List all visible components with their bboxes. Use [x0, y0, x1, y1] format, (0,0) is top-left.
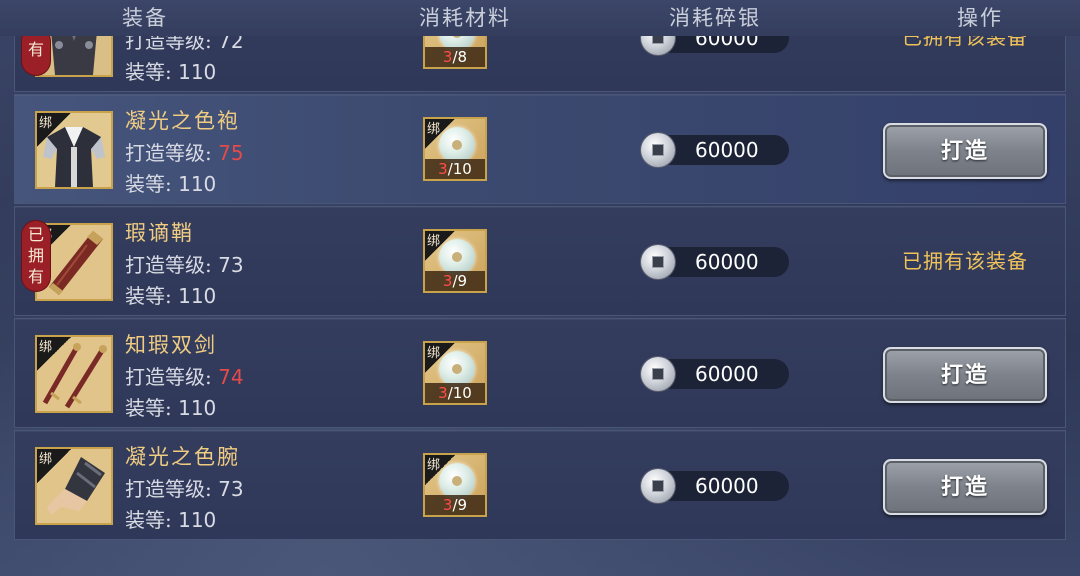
- material-count: 3/10: [425, 383, 485, 403]
- forge-level: 打造等级: 73: [125, 477, 244, 501]
- header-equipment: 装备: [122, 6, 168, 30]
- material-count: 3/9: [425, 495, 485, 515]
- silver-amount: 60000: [695, 250, 759, 274]
- material-slot[interactable]: 绑 3/9: [423, 229, 487, 293]
- silver-cost: 60000: [641, 133, 789, 167]
- forge-level: 打造等级: 73: [125, 253, 244, 277]
- item-slot[interactable]: 绑: [35, 335, 113, 413]
- forge-panel: 有 打造等级: 72 装等: 110 3/8 60000 已拥有该装备 绑 凝光…: [0, 0, 1080, 576]
- material-count: 3/9: [425, 271, 485, 291]
- forge-button[interactable]: 打造: [883, 123, 1047, 179]
- bind-tag: 绑: [425, 455, 455, 485]
- bind-tag: 绑: [425, 231, 455, 261]
- item-name: 凝光之色腕: [125, 445, 240, 469]
- equipment-row[interactable]: 绑 知瑕双剑 打造等级: 74 装等: 110 绑 3/10 60000 打造: [14, 318, 1066, 428]
- gear-level: 装等: 110: [125, 508, 217, 532]
- item-slot[interactable]: 绑: [35, 447, 113, 525]
- silver-cost: 60000: [641, 469, 789, 503]
- material-slot[interactable]: 绑 3/9: [423, 453, 487, 517]
- header-action: 操作: [957, 6, 1003, 30]
- equipment-row[interactable]: 绑 凝光之色腕 打造等级: 73 装等: 110 绑 3/9 60000 打造: [14, 430, 1066, 540]
- equipment-row[interactable]: 绑 已 拥 有 瑕谪鞘 打造等级: 73 装等: 110 绑 3/9 60000…: [14, 206, 1066, 316]
- forge-button[interactable]: 打造: [883, 347, 1047, 403]
- material-slot[interactable]: 绑 3/10: [423, 341, 487, 405]
- bind-tag: 绑: [425, 119, 455, 149]
- header-silver: 消耗碎银: [669, 6, 761, 30]
- owned-seal: 已 拥 有: [22, 221, 50, 291]
- forge-level: 打造等级: 74: [125, 365, 244, 389]
- item-name: 凝光之色袍: [125, 109, 240, 133]
- silver-amount: 60000: [695, 138, 759, 162]
- item-name: 瑕谪鞘: [125, 221, 194, 245]
- header-material: 消耗材料: [419, 6, 511, 30]
- owned-status: 已拥有该装备: [902, 249, 1028, 273]
- item-slot[interactable]: 绑: [35, 111, 113, 189]
- gear-level: 装等: 110: [125, 396, 217, 420]
- item-name: 知瑕双剑: [125, 333, 217, 357]
- table-header: 装备 消耗材料 消耗碎银 操作: [0, 0, 1080, 36]
- silver-cost: 60000: [641, 245, 789, 279]
- silver-amount: 60000: [695, 362, 759, 386]
- material-count: 3/8: [425, 47, 485, 67]
- material-slot[interactable]: 绑 3/10: [423, 117, 487, 181]
- gear-level: 装等: 110: [125, 60, 217, 84]
- forge-button[interactable]: 打造: [883, 459, 1047, 515]
- silver-amount: 60000: [695, 474, 759, 498]
- silver-coin-icon: [641, 245, 675, 279]
- silver-coin-icon: [641, 133, 675, 167]
- bind-tag: 绑: [37, 449, 71, 483]
- equipment-row[interactable]: 绑 凝光之色袍 打造等级: 75 装等: 110 绑 3/10 60000 打造: [14, 94, 1066, 204]
- forge-level: 打造等级: 75: [125, 141, 244, 165]
- silver-cost: 60000: [641, 357, 789, 391]
- silver-coin-icon: [641, 357, 675, 391]
- bind-tag: 绑: [37, 337, 71, 371]
- gear-level: 装等: 110: [125, 284, 217, 308]
- silver-coin-icon: [641, 469, 675, 503]
- gear-level: 装等: 110: [125, 172, 217, 196]
- material-count: 3/10: [425, 159, 485, 179]
- bind-tag: 绑: [37, 113, 71, 147]
- bind-tag: 绑: [425, 343, 455, 373]
